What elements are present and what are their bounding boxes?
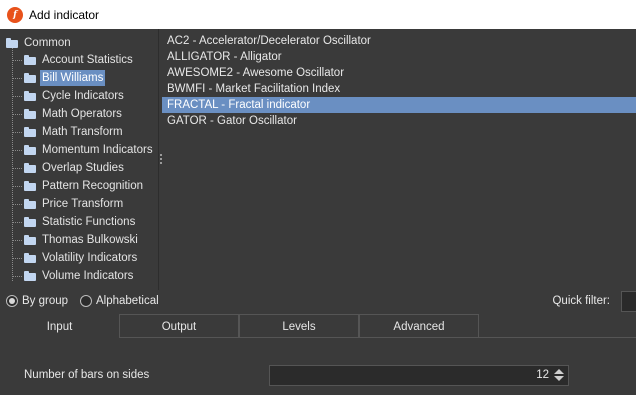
tree-connector (12, 96, 22, 97)
tree-connector (12, 222, 22, 223)
tree-connector (12, 258, 22, 259)
indicator-item-alligator[interactable]: ALLIGATOR - Alligator (162, 49, 636, 65)
tree-connector (12, 114, 22, 115)
tree-item-label: Pattern Recognition (42, 180, 144, 192)
folder-icon (24, 271, 36, 281)
tree-connector (12, 78, 22, 79)
tree-connector (12, 240, 22, 241)
indicator-item-ac2[interactable]: AC2 - Accelerator/Decelerator Oscillator (162, 33, 636, 49)
spin-up-icon[interactable] (554, 369, 564, 374)
folder-icon (24, 235, 36, 245)
tree-item-cycle-indicators[interactable]: Cycle Indicators (24, 88, 126, 104)
tree-item-momentum-indicators[interactable]: Momentum Indicators (24, 142, 155, 158)
window-title: Add indicator (29, 7, 100, 22)
indicator-item-gator[interactable]: GATOR - Gator Oscillator (162, 113, 636, 129)
tree-connector (12, 186, 22, 187)
radio-alphabetical-label: Alphabetical (96, 295, 159, 307)
folder-icon (24, 181, 36, 191)
bars-on-sides-label: Number of bars on sides (24, 369, 150, 381)
tree-item-bill-williams[interactable]: Bill Williams (24, 70, 106, 86)
tree-item-label: Price Transform (42, 198, 124, 210)
tree-item-label: Statistic Functions (42, 216, 136, 228)
tab-levels[interactable]: Levels (239, 314, 359, 338)
radio-alphabetical[interactable]: Alphabetical (80, 294, 159, 308)
bars-on-sides-value[interactable]: 12 (536, 369, 549, 381)
radio-checked-icon[interactable] (6, 295, 18, 307)
tab-input[interactable]: Input (0, 314, 119, 338)
folder-icon (24, 55, 36, 65)
folder-icon (24, 199, 36, 209)
tree-item-label: Momentum Indicators (42, 144, 153, 156)
folder-icon (24, 127, 36, 137)
bars-on-sides-spinbox[interactable]: 12 (269, 365, 569, 386)
tree-connector (12, 168, 22, 169)
tree-item-thomas-bulkowski[interactable]: Thomas Bulkowski (24, 232, 140, 248)
folder-icon (24, 217, 36, 227)
tree-item-label: Math Transform (42, 126, 123, 138)
tree-item-overlap-studies[interactable]: Overlap Studies (24, 160, 126, 176)
input-tab-content: Number of bars on sides 12 (0, 338, 636, 395)
tree-root-label: Common (24, 36, 71, 49)
radio-unchecked-icon[interactable] (80, 295, 92, 307)
tree-item-math-transform[interactable]: Math Transform (24, 124, 125, 140)
folder-icon (24, 163, 36, 173)
options-bar: By group Alphabetical Quick filter: (0, 290, 636, 314)
folder-icon (24, 73, 36, 83)
spin-buttons[interactable] (553, 368, 565, 383)
tree-item-label: Thomas Bulkowski (42, 234, 138, 246)
tree-item-label: Account Statistics (42, 54, 133, 66)
tab-output[interactable]: Output (119, 314, 239, 338)
indicator-list: AC2 - Accelerator/Decelerator Oscillator… (162, 29, 636, 290)
title-bar: f Add indicator (0, 0, 636, 29)
folder-icon (6, 37, 18, 48)
indicator-item-bwmfi[interactable]: BWMFI - Market Facilitation Index (162, 81, 636, 97)
app-logo-icon: f (7, 6, 23, 23)
tree-item-math-operators[interactable]: Math Operators (24, 106, 124, 122)
tree-item-price-transform[interactable]: Price Transform (24, 196, 125, 212)
tree-item-statistic-functions[interactable]: Statistic Functions (24, 214, 137, 230)
tree-item-label: Bill Williams (40, 70, 106, 86)
category-tree: Common Account Statistics Bill Williams … (0, 29, 158, 290)
tab-bar: Input Output Levels Advanced (0, 314, 636, 338)
folder-icon (24, 109, 36, 119)
tree-item-volume-indicators[interactable]: Volume Indicators (24, 268, 135, 284)
indicator-item-fractal[interactable]: FRACTAL - Fractal indicator (162, 97, 636, 113)
radio-by-group[interactable]: By group (6, 294, 68, 308)
quick-filter-label: Quick filter: (552, 295, 610, 307)
tree-connector (12, 276, 22, 277)
tab-advanced[interactable]: Advanced (359, 314, 479, 338)
tree-item-account-statistics[interactable]: Account Statistics (24, 52, 135, 68)
tree-connector (12, 150, 22, 151)
tree-item-label: Overlap Studies (42, 162, 124, 174)
folder-icon (24, 253, 36, 263)
tree-root-common[interactable]: Common (6, 35, 73, 50)
radio-by-group-label: By group (22, 295, 69, 307)
tree-item-volatility-indicators[interactable]: Volatility Indicators (24, 250, 139, 266)
tree-connector (12, 204, 22, 205)
tree-connector (12, 132, 22, 133)
tree-item-label: Volatility Indicators (42, 252, 138, 264)
tree-item-label: Cycle Indicators (42, 90, 124, 102)
tree-item-pattern-recognition[interactable]: Pattern Recognition (24, 178, 145, 194)
tree-item-label: Math Operators (42, 108, 122, 120)
tree-item-label: Volume Indicators (42, 270, 134, 282)
indicator-item-awesome2[interactable]: AWESOME2 - Awesome Oscillator (162, 65, 636, 81)
folder-icon (24, 91, 36, 101)
spin-down-icon[interactable] (554, 376, 564, 381)
tree-connector (12, 60, 22, 61)
quick-filter-input[interactable] (621, 291, 636, 312)
folder-icon (24, 145, 36, 155)
